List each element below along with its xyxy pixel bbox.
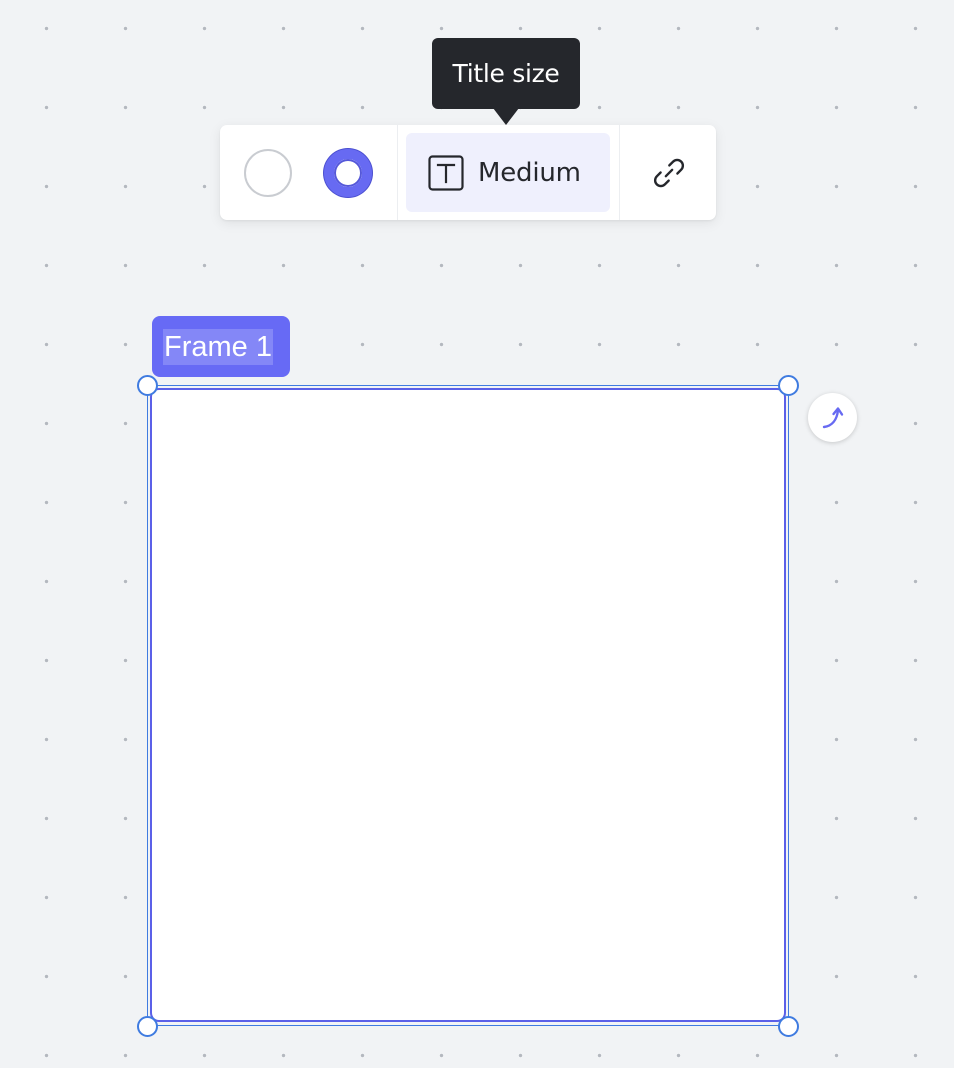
title-size-label: Medium: [478, 157, 581, 188]
title-size-button[interactable]: Medium: [406, 133, 610, 212]
frame-toolbar: Medium: [220, 125, 716, 220]
text-size-icon: [428, 154, 464, 191]
link-icon: [654, 158, 684, 188]
color-swatch-indigo-selected[interactable]: [324, 149, 372, 197]
frame-title-text: Frame 1: [163, 328, 273, 365]
title-size-tooltip: Title size: [432, 38, 580, 109]
rotate-button[interactable]: [808, 393, 857, 442]
resize-handle-top-right[interactable]: [778, 375, 799, 396]
toolbar-divider: [619, 125, 620, 220]
frame-canvas[interactable]: [150, 388, 786, 1022]
toolbar-divider: [397, 125, 398, 220]
frame-title-input[interactable]: Frame 1: [152, 316, 290, 377]
resize-handle-bottom-right[interactable]: [778, 1016, 799, 1037]
color-swatch-white[interactable]: [244, 149, 292, 197]
resize-handle-bottom-left[interactable]: [137, 1016, 158, 1037]
link-button[interactable]: [638, 147, 700, 199]
tooltip-arrow: [493, 108, 519, 125]
tooltip-text: Title size: [452, 59, 560, 88]
resize-handle-top-left[interactable]: [137, 375, 158, 396]
rotate-arrow-icon: [822, 406, 843, 428]
